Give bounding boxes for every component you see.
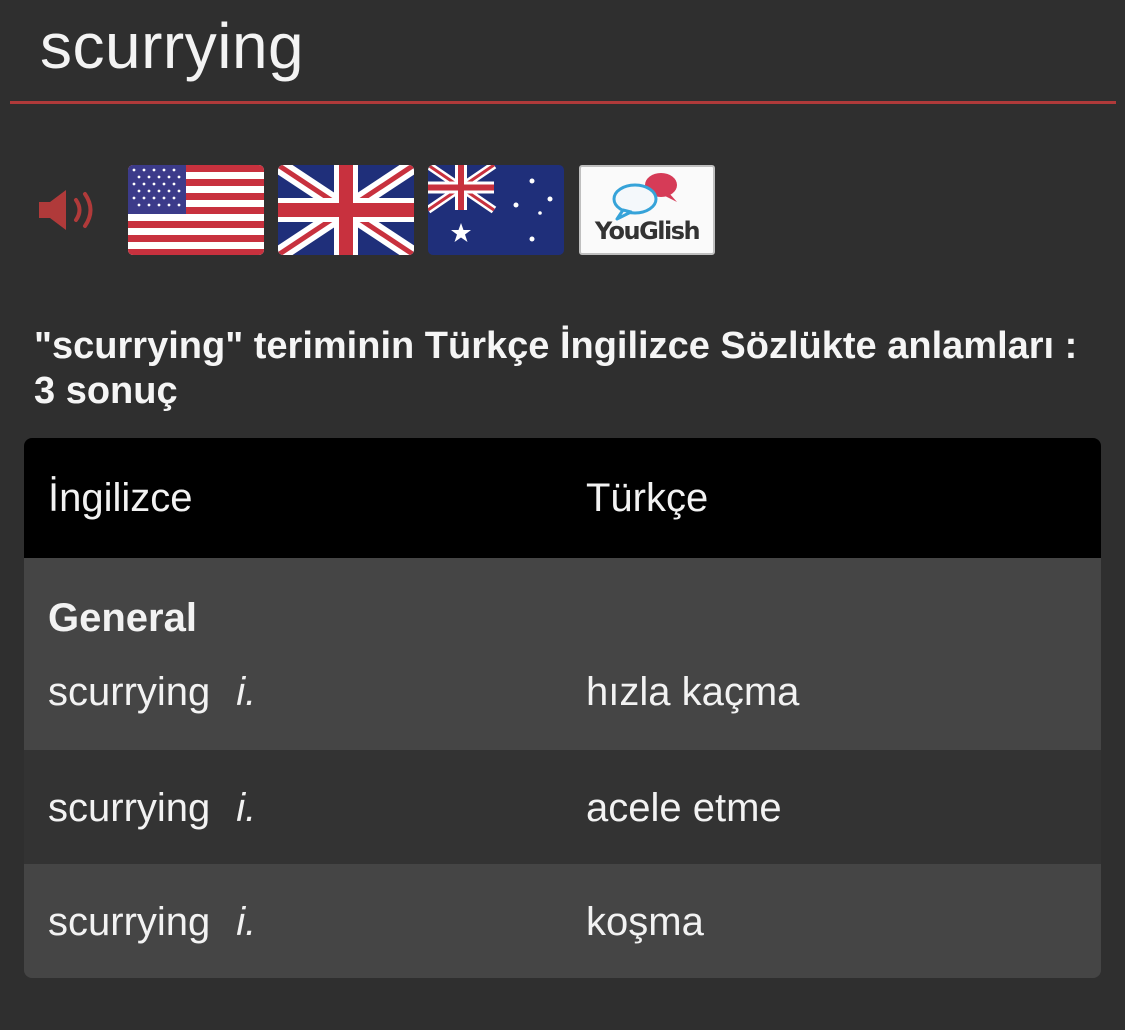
translation-link[interactable]: hızla kaçma <box>586 646 799 738</box>
youglish-label: YouGlish <box>594 217 701 245</box>
speaker-icon[interactable] <box>36 185 100 235</box>
search-term-title: scurrying <box>40 10 305 82</box>
translation-table: İngilizce Türkçe General scurrying i. hız… <box>24 438 1101 978</box>
youglish-button[interactable]: YouGlish <box>579 165 715 255</box>
table-row: scurrying i. hızla kaçma <box>24 636 1101 750</box>
uk-flag-icon[interactable] <box>278 165 414 255</box>
term-link[interactable]: scurrying <box>48 786 210 830</box>
term-cell: scurrying i. <box>48 762 256 854</box>
column-header-turkish: Türkçe <box>586 476 709 520</box>
term-cell: scurrying i. <box>48 646 256 738</box>
table-row: scurrying i. koşma <box>24 864 1101 978</box>
translation-link[interactable]: acele etme <box>586 762 782 854</box>
dictionary-page: scurrying YouGlish "scurrying" teriminin… <box>0 0 1125 1030</box>
part-of-speech: i. <box>236 900 257 944</box>
table-header: İngilizce Türkçe <box>24 438 1101 558</box>
part-of-speech: i. <box>236 786 257 830</box>
term-link[interactable]: scurrying <box>48 670 210 714</box>
title-divider <box>10 101 1116 104</box>
term-cell: scurrying i. <box>48 876 256 968</box>
column-header-english: İngilizce <box>48 476 193 520</box>
term-link[interactable]: scurrying <box>48 900 210 944</box>
us-flag-icon[interactable] <box>128 165 264 255</box>
results-heading: "scurrying" teriminin Türkçe İngilizce S… <box>34 325 1078 412</box>
part-of-speech: i. <box>236 670 257 714</box>
translation-link[interactable]: koşma <box>586 876 704 968</box>
table-row: scurrying i. acele etme <box>24 750 1101 864</box>
au-flag-icon[interactable] <box>428 165 564 255</box>
